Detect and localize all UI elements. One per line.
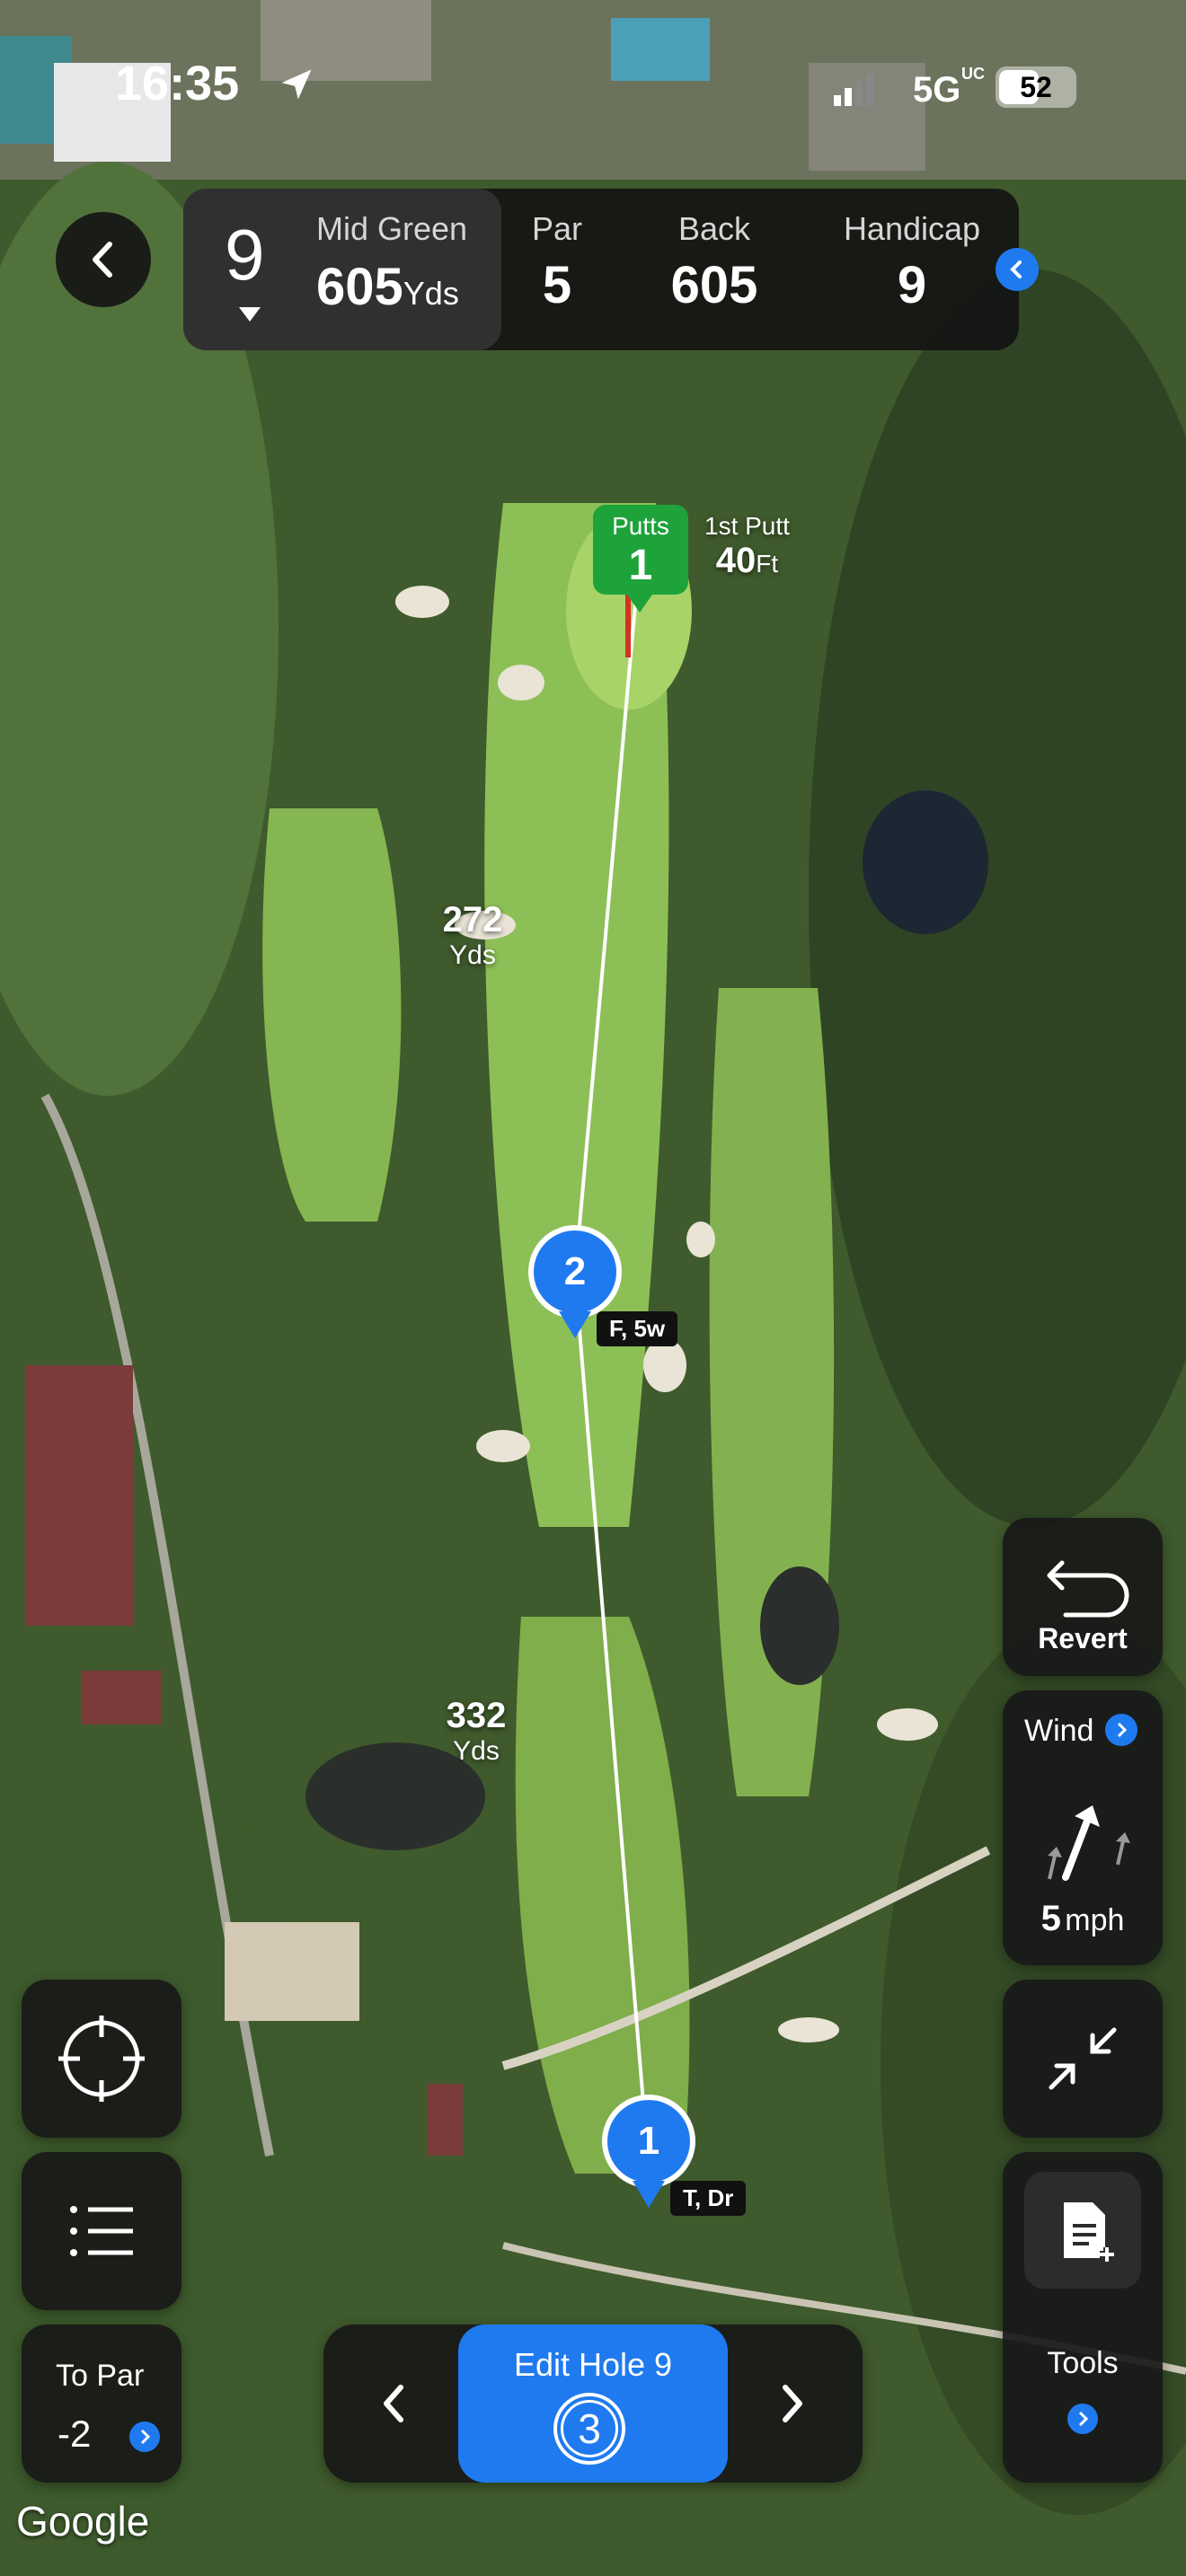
tools-panel: Tools — [1003, 2152, 1163, 2483]
shot-club-tag: F, 5w — [597, 1311, 678, 1346]
battery-indicator: 52 — [996, 66, 1076, 108]
putts-label: Putts — [612, 512, 669, 540]
chevron-right-icon — [1117, 1722, 1128, 1738]
location-arrow-icon — [277, 65, 316, 109]
par-label: Par — [531, 210, 583, 247]
strokes-badge: 3 — [553, 2393, 625, 2465]
list-icon — [70, 2206, 133, 2256]
signal-icon — [834, 74, 877, 110]
tools-button[interactable]: Tools — [1003, 2323, 1163, 2466]
yardage-marker: 272 Yds — [442, 900, 503, 970]
shot-pin-tail — [633, 2181, 665, 2208]
distance-label: Mid Green — [316, 210, 468, 247]
to-par-label: To Par — [56, 2359, 145, 2393]
wind-unit: mph — [1065, 1903, 1125, 1937]
handicap-value: 9 — [897, 256, 927, 314]
chevron-left-icon — [93, 242, 112, 278]
hole-number: 9 — [225, 215, 265, 295]
putts-marker-tail — [627, 595, 652, 613]
first-putt-info: 1st Putt 40Ft — [704, 512, 790, 581]
hole-nav-bar: Edit Hole 9 3 — [323, 2325, 863, 2483]
wind-label: Wind — [1024, 1714, 1094, 1748]
hole-info-bar: 9 Mid Green 605Yds Par 5 Back 605 Handic… — [183, 189, 1019, 350]
strokes-value: 3 — [561, 2400, 618, 2457]
network-type: 5G — [913, 70, 961, 110]
back-button[interactable] — [56, 212, 151, 307]
expand-info-button[interactable] — [996, 248, 1039, 291]
note-add-icon — [1064, 2202, 1114, 2262]
wind-panel[interactable]: Wind 5 mph — [1003, 1690, 1163, 1965]
wind-speed: 5 — [1040, 1899, 1061, 1938]
par-value: 5 — [542, 256, 572, 314]
chevron-right-icon — [1067, 2404, 1098, 2434]
handicap-cell: Handicap 9 — [827, 210, 997, 315]
par-cell: Par 5 — [503, 210, 611, 315]
collapse-button[interactable] — [1003, 1980, 1163, 2138]
locate-button[interactable] — [22, 1980, 181, 2138]
distance-value: 605 — [316, 258, 403, 316]
edit-hole-button[interactable]: Edit Hole 9 3 — [458, 2325, 728, 2483]
to-par-value: -2 — [58, 2413, 92, 2455]
shot-pin[interactable]: 1 — [602, 2095, 695, 2188]
next-hole-button[interactable] — [728, 2325, 863, 2483]
caret-down-icon — [239, 307, 261, 322]
chevron-left-icon — [384, 2385, 403, 2422]
map-attribution: Google — [16, 2498, 150, 2545]
collapse-arrows-icon — [1049, 2027, 1117, 2090]
chevron-right-icon — [129, 2422, 160, 2452]
to-par-button[interactable]: To Par -2 — [22, 2325, 181, 2483]
putts-marker[interactable]: Putts 1 — [593, 505, 688, 595]
shot-club-tag: T, Dr — [670, 2181, 747, 2216]
revert-button[interactable]: Revert — [1003, 1518, 1163, 1676]
shot-pin[interactable]: 2 — [528, 1225, 622, 1319]
putts-value: 1 — [628, 542, 653, 589]
previous-hole-button[interactable] — [323, 2325, 458, 2483]
undo-icon — [1047, 1560, 1129, 1618]
edit-hole-label: Edit Hole 9 — [513, 2346, 673, 2383]
network-sup: UC — [961, 65, 985, 83]
first-putt-label: 1st Putt — [704, 512, 790, 540]
chevron-left-icon — [1010, 260, 1022, 278]
tee-value: 605 — [670, 256, 758, 314]
battery-level: 52 — [1020, 71, 1052, 103]
tee-cell: Back 605 — [647, 210, 782, 315]
revert-label: Revert — [1038, 1622, 1128, 1654]
add-note-button[interactable] — [1024, 2172, 1141, 2289]
crosshair-icon — [58, 2016, 145, 2102]
distance-unit: Yds — [403, 275, 459, 312]
tee-label: Back — [677, 210, 751, 247]
wind-info-button[interactable] — [1105, 1714, 1137, 1746]
handicap-label: Handicap — [843, 210, 981, 247]
shot-pin-tail — [559, 1311, 591, 1338]
yardage-marker: 332 Yds — [446, 1696, 507, 1766]
status-time: 16:35 — [115, 57, 240, 110]
scorecard-list-button[interactable] — [22, 2152, 181, 2310]
first-putt-value: 40 — [715, 541, 757, 580]
wind-direction-icon — [1048, 1805, 1130, 1881]
chevron-right-icon — [783, 2385, 802, 2422]
hole-selector[interactable]: 9 Mid Green 605Yds — [183, 189, 501, 350]
tools-label: Tools — [1047, 2346, 1119, 2380]
first-putt-unit: Ft — [756, 550, 779, 578]
